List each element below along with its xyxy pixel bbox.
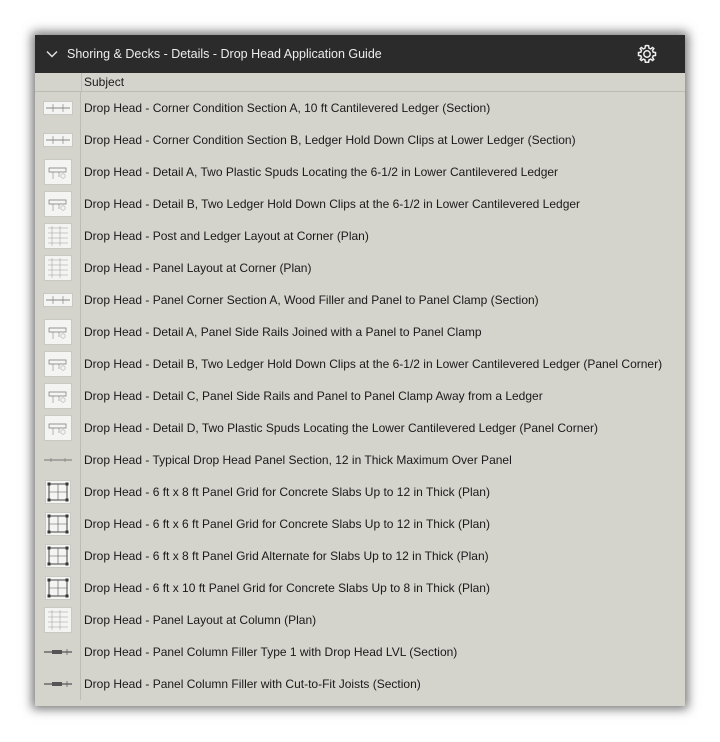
list-item[interactable]: Drop Head - Panel Corner Section A, Wood… [35,284,685,316]
list-item[interactable]: Drop Head - Corner Condition Section B, … [35,124,685,156]
list-item-label: Drop Head - Corner Condition Section B, … [84,133,576,147]
list-item-label: Drop Head - Detail A, Two Plastic Spuds … [84,165,559,179]
drawing-thumbnail-icon [35,92,81,124]
list-item-label: Drop Head - Panel Corner Section A, Wood… [84,293,539,307]
column-header-subject[interactable]: Subject [84,75,124,89]
list-item-label: Drop Head - 6 ft x 8 ft Panel Grid for C… [84,485,490,499]
list-item[interactable]: Drop Head - Panel Layout at Column (Plan… [35,604,685,636]
drawing-thumbnail-icon [35,508,81,540]
list-item[interactable]: Drop Head - 6 ft x 10 ft Panel Grid for … [35,572,685,604]
panel-title: Shoring & Decks - Details - Drop Head Ap… [67,47,382,61]
drawing-thumbnail-icon [35,380,81,412]
list-item[interactable]: Drop Head - Corner Condition Section A, … [35,92,685,124]
list-item-label: Drop Head - Detail C, Panel Side Rails a… [84,389,543,403]
list-item-label: Drop Head - Detail B, Two Ledger Hold Do… [84,197,581,211]
list-item-label: Drop Head - Detail A, Panel Side Rails J… [84,325,482,339]
list-item-label: Drop Head - Post and Ledger Layout at Co… [84,229,369,243]
list-item-label: Drop Head - 6 ft x 10 ft Panel Grid for … [84,581,490,595]
list-item[interactable]: Drop Head - Detail A, Panel Side Rails J… [35,316,685,348]
list-item[interactable]: Drop Head - Panel Column Filler with Cut… [35,668,685,700]
drawing-thumbnail-icon [35,316,81,348]
drawing-thumbnail-icon [35,252,81,284]
drawing-thumbnail-icon [35,156,81,188]
drawing-thumbnail-icon [35,220,81,252]
column-header-row: Subject [35,73,685,92]
list-item-label: Drop Head - 6 ft x 8 ft Panel Grid Alter… [84,549,489,563]
column-divider [81,73,82,91]
list-item[interactable]: Drop Head - 6 ft x 6 ft Panel Grid for C… [35,508,685,540]
subject-list: Drop Head - Corner Condition Section A, … [35,92,685,700]
drawing-thumbnail-icon [35,188,81,220]
drawing-thumbnail-icon [35,412,81,444]
drawing-thumbnail-icon [35,668,81,700]
drawing-thumbnail-icon [35,540,81,572]
list-item[interactable]: Drop Head - Typical Drop Head Panel Sect… [35,444,685,476]
drawing-thumbnail-icon [35,284,81,316]
list-item[interactable]: Drop Head - Panel Layout at Corner (Plan… [35,252,685,284]
list-item[interactable]: Drop Head - Detail C, Panel Side Rails a… [35,380,685,412]
guide-panel: Shoring & Decks - Details - Drop Head Ap… [35,35,685,706]
list-item-label: Drop Head - Panel Column Filler with Cut… [84,677,421,691]
list-item-label: Drop Head - Panel Layout at Column (Plan… [84,613,317,627]
gear-icon[interactable] [637,44,657,64]
list-item-label: Drop Head - 6 ft x 6 ft Panel Grid for C… [84,517,490,531]
list-item[interactable]: Drop Head - Post and Ledger Layout at Co… [35,220,685,252]
drawing-thumbnail-icon [35,572,81,604]
list-item[interactable]: Drop Head - 6 ft x 8 ft Panel Grid for C… [35,476,685,508]
chevron-down-icon[interactable] [46,50,59,58]
drawing-thumbnail-icon [35,124,81,156]
list-item-label: Drop Head - Detail D, Two Plastic Spuds … [84,421,599,435]
drawing-thumbnail-icon [35,604,81,636]
list-item-label: Drop Head - Typical Drop Head Panel Sect… [84,453,512,467]
list-item[interactable]: Drop Head - 6 ft x 8 ft Panel Grid Alter… [35,540,685,572]
list-item-label: Drop Head - Panel Layout at Corner (Plan… [84,261,312,275]
list-item[interactable]: Drop Head - Detail B, Two Ledger Hold Do… [35,188,685,220]
list-item[interactable]: Drop Head - Detail D, Two Plastic Spuds … [35,412,685,444]
panel-titlebar: Shoring & Decks - Details - Drop Head Ap… [35,35,685,73]
list-item[interactable]: Drop Head - Panel Column Filler Type 1 w… [35,636,685,668]
list-item[interactable]: Drop Head - Detail A, Two Plastic Spuds … [35,156,685,188]
drawing-thumbnail-icon [35,444,81,476]
list-item-label: Drop Head - Detail B, Two Ledger Hold Do… [84,357,663,371]
list-item-label: Drop Head - Corner Condition Section A, … [84,101,491,115]
drawing-thumbnail-icon [35,476,81,508]
list-item[interactable]: Drop Head - Detail B, Two Ledger Hold Do… [35,348,685,380]
drawing-thumbnail-icon [35,348,81,380]
drawing-thumbnail-icon [35,636,81,668]
list-item-label: Drop Head - Panel Column Filler Type 1 w… [84,645,458,659]
